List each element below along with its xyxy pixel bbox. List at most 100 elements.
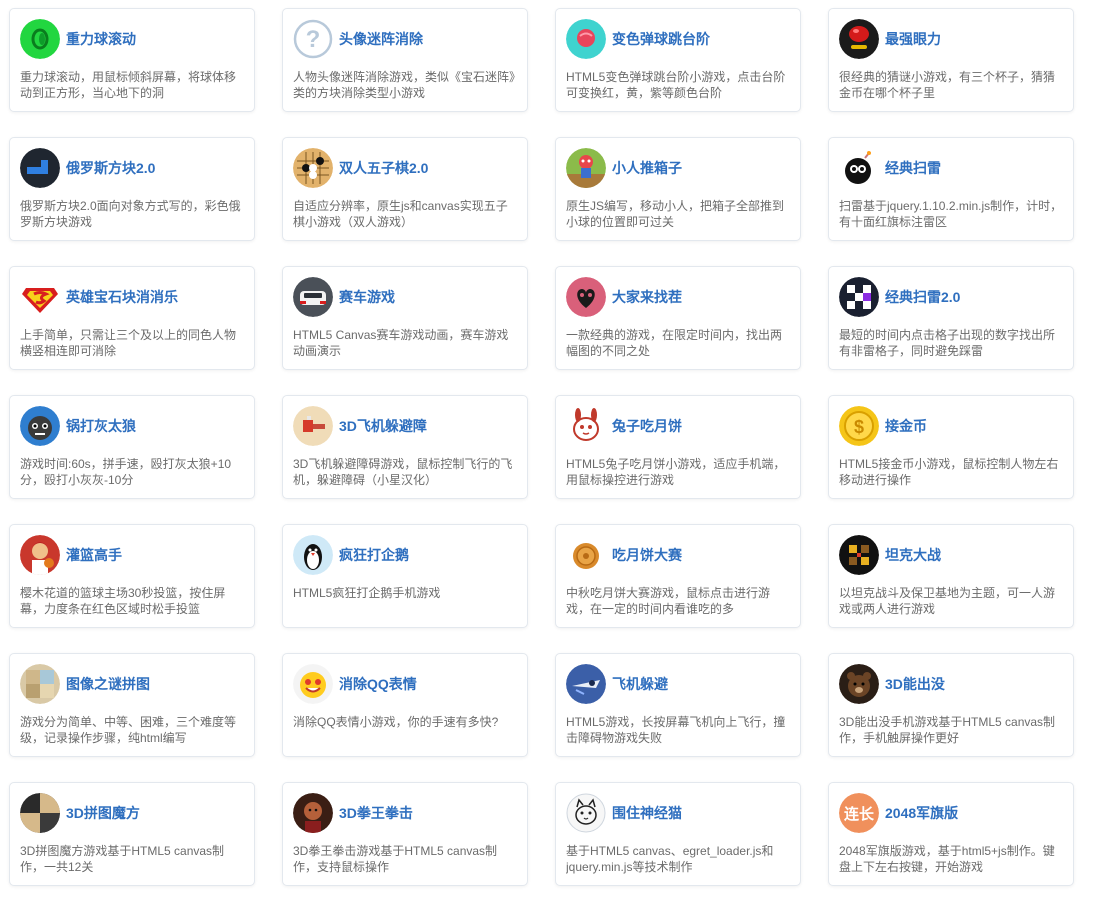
bounce-ball-icon bbox=[566, 19, 606, 59]
game-title[interactable]: 重力球滚动 bbox=[66, 29, 136, 49]
badge-2048-icon: 连长 bbox=[839, 793, 879, 833]
game-card[interactable]: 飞机躲避 HTML5游戏，长按屏幕飞机向上飞行，撞击障碍物游戏失败 bbox=[555, 653, 801, 757]
tank-icon bbox=[839, 535, 879, 575]
game-description: 2048军旗版游戏，基于html5+js制作。键盘上下左右按键，开始游戏 bbox=[839, 844, 1055, 874]
game-title[interactable]: 3D飞机躲避障 bbox=[339, 416, 427, 436]
game-title[interactable]: 3D拳王拳击 bbox=[339, 803, 413, 823]
game-description: 扫雷基于jquery.1.10.2.min.js制作，计时，有十面红旗标注雷区 bbox=[839, 199, 1063, 229]
game-card[interactable]: 经典扫雷 扫雷基于jquery.1.10.2.min.js制作，计时，有十面红旗… bbox=[828, 137, 1074, 241]
game-card[interactable]: 3D能出没 3D能出没手机游戏基于HTML5 canvas制作，手机触屏操作更好 bbox=[828, 653, 1074, 757]
game-title[interactable]: 灌篮高手 bbox=[66, 545, 122, 565]
game-description: 自适应分辨率，原生js和canvas实现五子棋小游戏（双人游戏） bbox=[293, 199, 508, 229]
game-card[interactable]: ? 头像迷阵消除 人物头像迷阵消除游戏，类似《宝石迷阵》类的方块消除类型小游戏 bbox=[282, 8, 528, 112]
game-card[interactable]: 最强眼力 很经典的猜谜小游戏，有三个杯子，猜猜金币在哪个杯子里 bbox=[828, 8, 1074, 112]
game-title[interactable]: 小人推箱子 bbox=[612, 158, 682, 178]
wolf-icon bbox=[20, 406, 60, 446]
game-card[interactable]: 图像之谜拼图 游戏分为简单、中等、困难，三个难度等级，记录操作步骤，纯html编… bbox=[9, 653, 255, 757]
game-card[interactable]: 小人推箱子 原生JS编写，移动小人，把箱子全部推到小球的位置即可过关 bbox=[555, 137, 801, 241]
game-title[interactable]: 变色弹球跳台阶 bbox=[612, 29, 710, 49]
game-card[interactable]: 3D拼图魔方 3D拼图魔方游戏基于HTML5 canvas制作，一共12关 bbox=[9, 782, 255, 886]
game-title[interactable]: 头像迷阵消除 bbox=[339, 29, 423, 49]
game-card[interactable]: 连长 2048军旗版 2048军旗版游戏，基于html5+js制作。键盘上下左右… bbox=[828, 782, 1074, 886]
game-description: 3D拳王拳击游戏基于HTML5 canvas制作，支持鼠标操作 bbox=[293, 844, 498, 874]
game-title[interactable]: 坦克大战 bbox=[885, 545, 941, 565]
game-card[interactable]: 变色弹球跳台阶 HTML5变色弹球跳台阶小游戏，点击台阶可变换红，黄，紫等颜色台… bbox=[555, 8, 801, 112]
svg-text:?: ? bbox=[306, 26, 321, 53]
game-description: 中秋吃月饼大赛游戏，鼠标点击进行游戏，在一定的时间内看谁吃的多 bbox=[566, 586, 771, 616]
game-card[interactable]: 英雄宝石块消消乐 上手简单，只需让三个及以上的同色人物横竖相连即可消除 bbox=[9, 266, 255, 370]
game-card[interactable]: 消除QQ表情 消除QQ表情小游戏，你的手速有多快? bbox=[282, 653, 528, 757]
game-card[interactable]: 锅打灰太狼 游戏时间:60s，拼手速，殴打灰太狼+10分，殴打小灰灰-10分 bbox=[9, 395, 255, 499]
game-card[interactable]: 赛车游戏 HTML5 Canvas赛车游戏动画，赛车游戏动画演示 bbox=[282, 266, 528, 370]
game-title[interactable]: 英雄宝石块消消乐 bbox=[66, 287, 178, 307]
superman-icon bbox=[20, 277, 60, 317]
game-title[interactable]: 图像之谜拼图 bbox=[66, 674, 150, 694]
game-title[interactable]: 3D拼图魔方 bbox=[66, 803, 140, 823]
game-description: 基于HTML5 canvas、egret_loader.js和jquery.mi… bbox=[566, 844, 774, 874]
game-title[interactable]: 锅打灰太狼 bbox=[66, 416, 136, 436]
game-title[interactable]: 经典扫雷2.0 bbox=[885, 287, 960, 307]
gold-coin-icon: $ bbox=[839, 406, 879, 446]
game-card[interactable]: 3D飞机躲避障 3D飞机躲避障碍游戏，鼠标控制飞行的飞机，躲避障碍（小星汉化） bbox=[282, 395, 528, 499]
game-description: 人物头像迷阵消除游戏，类似《宝石迷阵》类的方块消除类型小游戏 bbox=[293, 70, 516, 100]
game-description: 上手简单，只需让三个及以上的同色人物横竖相连即可消除 bbox=[20, 328, 237, 358]
game-card[interactable]: 重力球滚动 重力球滚动，用鼠标倾斜屏幕，将球体移动到正方形，当心地下的洞 bbox=[9, 8, 255, 112]
badge-text: 连长 bbox=[844, 805, 875, 823]
rabbit-icon bbox=[566, 406, 606, 446]
game-title[interactable]: 双人五子棋2.0 bbox=[339, 158, 428, 178]
game-card[interactable]: 俄罗斯方块2.0 俄罗斯方块2.0面向对象方式写的，彩色俄罗斯方块游戏 bbox=[9, 137, 255, 241]
game-description: 原生JS编写，移动小人，把箱子全部推到小球的位置即可过关 bbox=[566, 199, 785, 229]
game-card[interactable]: 双人五子棋2.0 自适应分辨率，原生js和canvas实现五子棋小游戏（双人游戏… bbox=[282, 137, 528, 241]
game-description: 游戏分为简单、中等、困难，三个难度等级，记录操作步骤，纯html编写 bbox=[20, 715, 237, 745]
game-title[interactable]: 3D能出没 bbox=[885, 674, 945, 694]
game-description: 游戏时间:60s，拼手速，殴打灰太狼+10分，殴打小灰灰-10分 bbox=[20, 457, 232, 487]
game-description: 很经典的猜谜小游戏，有三个杯子，猜猜金币在哪个杯子里 bbox=[839, 70, 1056, 100]
game-title[interactable]: 2048军旗版 bbox=[885, 803, 958, 823]
game-title[interactable]: 俄罗斯方块2.0 bbox=[66, 158, 155, 178]
game-card[interactable]: 疯狂打企鹅 HTML5疯狂打企鹅手机游戏 bbox=[282, 524, 528, 628]
game-description: 樱木花道的篮球主场30秒投篮，按住屏幕，力度条在红色区域时松手投篮 bbox=[20, 586, 226, 616]
puzzle-image-icon bbox=[20, 664, 60, 704]
bomb-icon bbox=[839, 148, 879, 188]
game-card[interactable]: 围住神经猫 基于HTML5 canvas、egret_loader.js和jqu… bbox=[555, 782, 801, 886]
game-title[interactable]: 赛车游戏 bbox=[339, 287, 395, 307]
game-description: 3D拼图魔方游戏基于HTML5 canvas制作，一共12关 bbox=[20, 844, 225, 874]
game-card[interactable]: 3D拳王拳击 3D拳王拳击游戏基于HTML5 canvas制作，支持鼠标操作 bbox=[282, 782, 528, 886]
plane-3d-icon bbox=[293, 406, 333, 446]
game-description: HTML5变色弹球跳台阶小游戏，点击台阶可变换红，黄，紫等颜色台阶 bbox=[566, 70, 786, 100]
game-title[interactable]: 围住神经猫 bbox=[612, 803, 682, 823]
boxer-icon bbox=[293, 793, 333, 833]
game-title[interactable]: 飞机躲避 bbox=[612, 674, 668, 694]
game-grid: 重力球滚动 重力球滚动，用鼠标倾斜屏幕，将球体移动到正方形，当心地下的洞 ? 头… bbox=[0, 0, 1111, 904]
game-title[interactable]: 兔子吃月饼 bbox=[612, 416, 682, 436]
tetris-icon bbox=[20, 148, 60, 188]
game-card[interactable]: $ 接金币 HTML5接金币小游戏，鼠标控制人物左右移动进行操作 bbox=[828, 395, 1074, 499]
game-card[interactable]: 兔子吃月饼 HTML5兔子吃月饼小游戏，适应手机端，用鼠标操控进行游戏 bbox=[555, 395, 801, 499]
game-card[interactable]: 坦克大战 以坦克战斗及保卫基地为主题，可一人游戏或两人进行游戏 bbox=[828, 524, 1074, 628]
penguin-icon bbox=[293, 535, 333, 575]
minesweeper-grid-icon bbox=[839, 277, 879, 317]
game-description: 3D能出没手机游戏基于HTML5 canvas制作，手机触屏操作更好 bbox=[839, 715, 1056, 745]
game-card[interactable]: 经典扫雷2.0 最短的时间内点击格子出现的数字找出所有非雷格子，同时避免踩雷 bbox=[828, 266, 1074, 370]
cup-icon bbox=[839, 19, 879, 59]
sokoban-icon bbox=[566, 148, 606, 188]
svg-text:$: $ bbox=[854, 417, 864, 437]
game-title[interactable]: 大家来找茬 bbox=[612, 287, 682, 307]
game-title[interactable]: 接金币 bbox=[885, 416, 927, 436]
game-description: 一款经典的游戏，在限定时间内，找出两幅图的不同之处 bbox=[566, 328, 783, 358]
qq-emoji-icon bbox=[293, 664, 333, 704]
game-description: 以坦克战斗及保卫基地为主题，可一人游戏或两人进行游戏 bbox=[839, 586, 1056, 616]
game-title[interactable]: 最强眼力 bbox=[885, 29, 941, 49]
game-description: 消除QQ表情小游戏，你的手速有多快? bbox=[293, 715, 499, 729]
game-title[interactable]: 吃月饼大赛 bbox=[612, 545, 682, 565]
game-title[interactable]: 疯狂打企鹅 bbox=[339, 545, 409, 565]
game-title[interactable]: 消除QQ表情 bbox=[339, 674, 417, 694]
game-card[interactable]: 灌篮高手 樱木花道的篮球主场30秒投篮，按住屏幕，力度条在红色区域时松手投篮 bbox=[9, 524, 255, 628]
game-description: HTML5接金币小游戏，鼠标控制人物左右移动进行操作 bbox=[839, 457, 1059, 487]
game-description: HTML5 Canvas赛车游戏动画，赛车游戏动画演示 bbox=[293, 328, 509, 358]
game-card[interactable]: 吃月饼大赛 中秋吃月饼大赛游戏，鼠标点击进行游戏，在一定的时间内看谁吃的多 bbox=[555, 524, 801, 628]
game-description: HTML5兔子吃月饼小游戏，适应手机端，用鼠标操控进行游戏 bbox=[566, 457, 786, 487]
bear-icon bbox=[839, 664, 879, 704]
game-card[interactable]: 大家来找茬 一款经典的游戏，在限定时间内，找出两幅图的不同之处 bbox=[555, 266, 801, 370]
game-title[interactable]: 经典扫雷 bbox=[885, 158, 941, 178]
